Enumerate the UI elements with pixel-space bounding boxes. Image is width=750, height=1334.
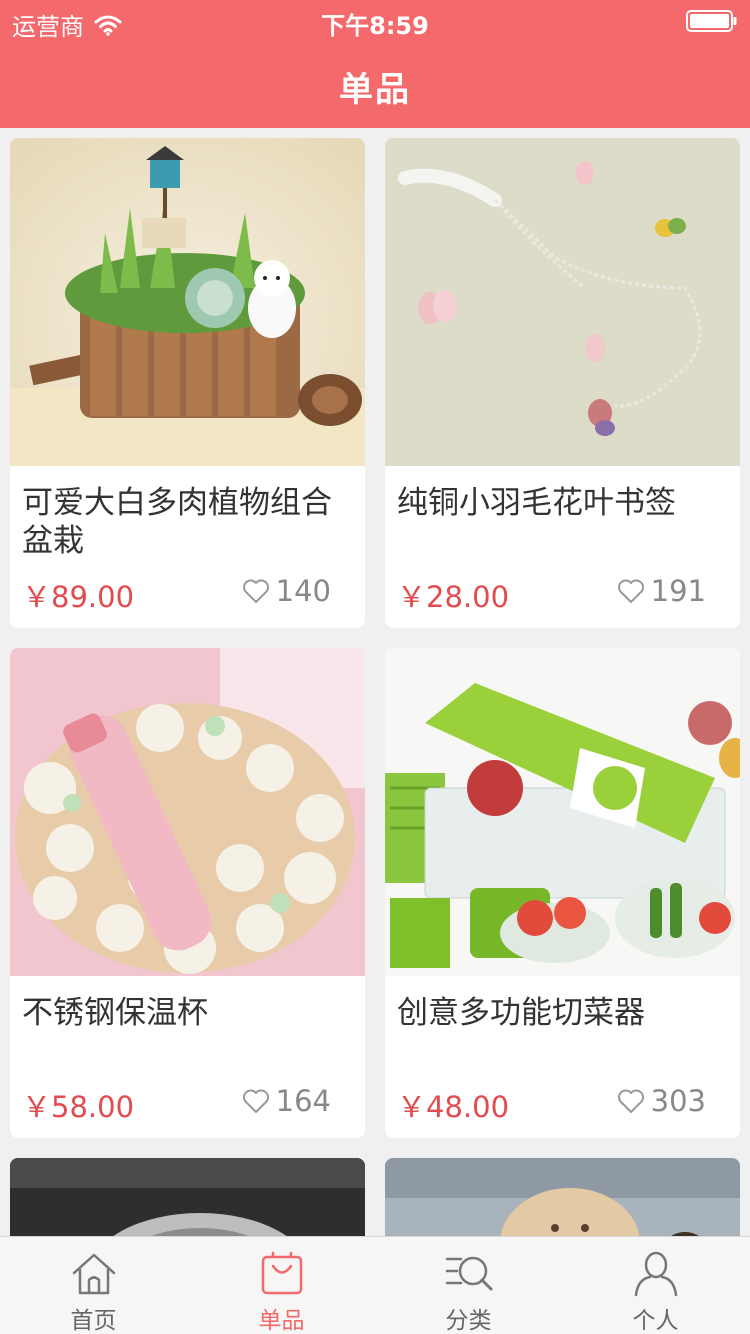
product-image-partial[interactable]	[10, 1158, 365, 1236]
tab-items[interactable]: 单品	[188, 1237, 375, 1334]
product-card[interactable]: 不锈钢保温杯 ￥58.00 164	[10, 648, 365, 1138]
like-count-value: 164	[275, 1084, 331, 1118]
tab-home[interactable]: 首页	[0, 1237, 187, 1334]
tab-bar: 首页 单品 分类 个人	[0, 1236, 750, 1334]
product-image-succulent[interactable]	[10, 138, 365, 466]
product-price: ￥48.00	[397, 1090, 510, 1124]
product-price: ￥58.00	[22, 1090, 135, 1124]
person-icon[interactable]	[632, 1249, 680, 1297]
product-image-partial[interactable]	[385, 1158, 740, 1236]
heart-icon[interactable]	[617, 1088, 645, 1114]
category-search-icon[interactable]	[445, 1249, 493, 1297]
tab-label: 分类	[445, 1308, 492, 1334]
like-count[interactable]: 164	[242, 1084, 331, 1118]
product-card-partial[interactable]	[10, 1158, 365, 1236]
home-icon[interactable]	[70, 1249, 118, 1297]
tab-label: 单品	[258, 1308, 305, 1334]
product-card[interactable]: 纯铜小羽毛花叶书签 ￥28.00 191	[385, 138, 740, 628]
product-name[interactable]: 可爱大白多肉植物组合盆栽	[22, 484, 349, 560]
heart-icon[interactable]	[617, 578, 645, 604]
product-card-partial[interactable]	[385, 1158, 740, 1236]
product-grid[interactable]: 可爱大白多肉植物组合盆栽 ￥89.00 140 纯铜小羽毛花叶书签 ￥28.00…	[0, 128, 750, 1236]
page-title: 单品	[339, 70, 411, 110]
product-name[interactable]: 纯铜小羽毛花叶书签	[397, 484, 724, 522]
like-count[interactable]: 303	[617, 1084, 706, 1118]
like-count[interactable]: 191	[617, 574, 706, 608]
product-image-bookmark[interactable]	[385, 138, 740, 466]
battery-icon	[686, 10, 737, 32]
product-price: ￥28.00	[397, 580, 510, 614]
product-image-thermos[interactable]	[10, 648, 365, 976]
like-count-value: 191	[650, 574, 706, 608]
tab-label: 首页	[70, 1308, 117, 1334]
product-image-vegetable-cutter[interactable]	[385, 648, 740, 976]
like-count-value: 140	[275, 574, 331, 608]
product-name[interactable]: 不锈钢保温杯	[22, 994, 349, 1032]
tab-label: 个人	[632, 1308, 679, 1334]
heart-icon[interactable]	[242, 1088, 270, 1114]
product-price: ￥89.00	[22, 580, 135, 614]
like-count[interactable]: 140	[242, 574, 331, 608]
heart-icon[interactable]	[242, 578, 270, 604]
like-count-value: 303	[650, 1084, 706, 1118]
status-time: 下午8:59	[321, 12, 429, 40]
product-name[interactable]: 创意多功能切菜器	[397, 994, 724, 1032]
tab-category[interactable]: 分类	[375, 1237, 562, 1334]
bag-icon[interactable]	[258, 1249, 306, 1297]
product-card[interactable]: 创意多功能切菜器 ￥48.00 303	[385, 648, 740, 1138]
product-card[interactable]: 可爱大白多肉植物组合盆栽 ￥89.00 140	[10, 138, 365, 628]
status-bar: 运营商 下午8:59	[0, 0, 750, 41]
tab-profile[interactable]: 个人	[562, 1237, 749, 1334]
nav-header: 运营商 下午8:59 单品	[0, 0, 750, 128]
